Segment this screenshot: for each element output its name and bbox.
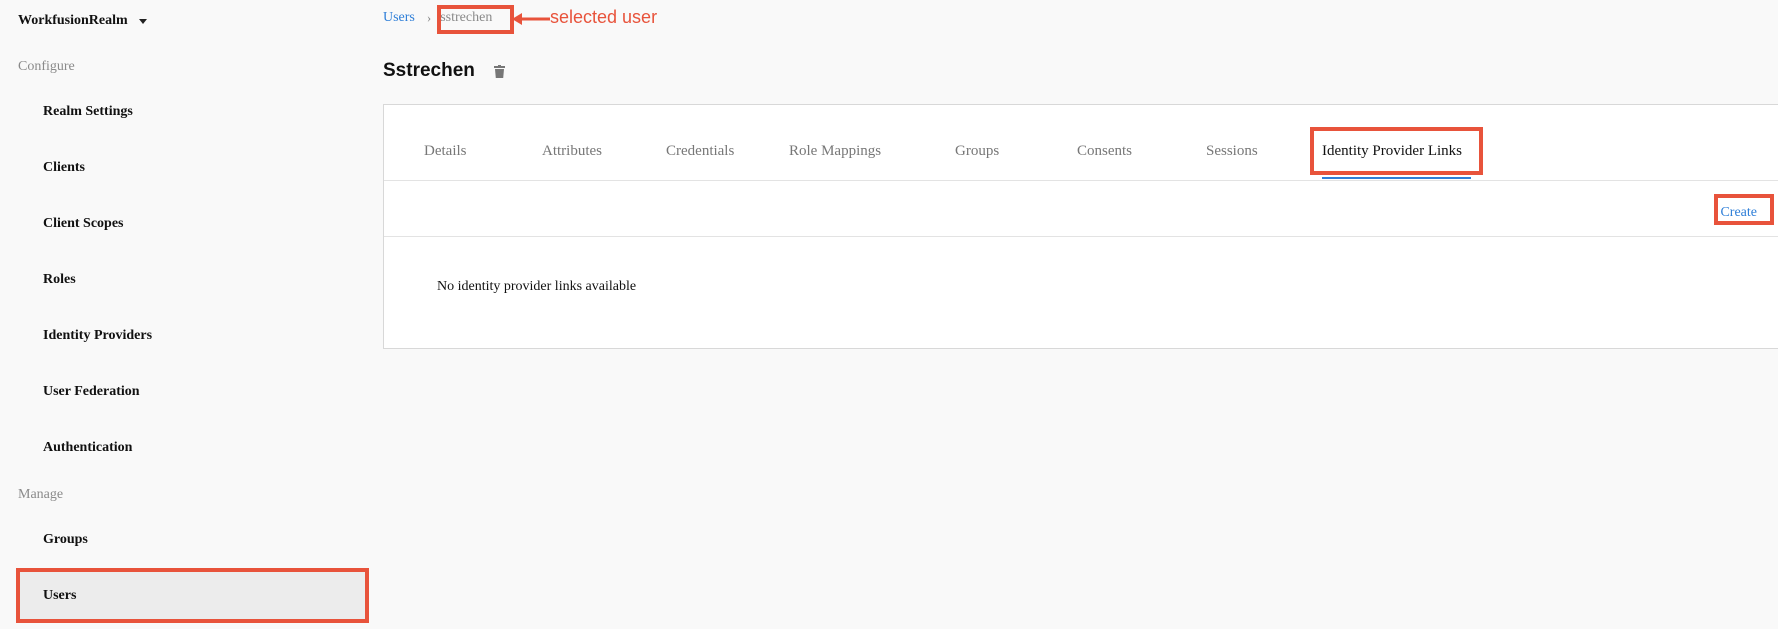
tab-role-mappings[interactable]: Role Mappings bbox=[789, 143, 881, 160]
sidebar-item-realm-settings[interactable]: Realm Settings bbox=[18, 86, 366, 138]
realm-name: WorkfusionRealm bbox=[18, 13, 128, 28]
highlight-create-button bbox=[1714, 194, 1774, 225]
sidebar-item-label: User Federation bbox=[43, 384, 140, 399]
user-detail-card: Details Attributes Credentials Role Mapp… bbox=[383, 104, 1778, 349]
tab-attributes[interactable]: Attributes bbox=[542, 143, 602, 160]
breadcrumb-users-link[interactable]: Users bbox=[383, 10, 415, 26]
active-tab-indicator bbox=[1322, 177, 1471, 179]
section-configure: Configure bbox=[18, 59, 75, 74]
highlight-selected-user bbox=[437, 5, 514, 34]
realm-selector[interactable]: WorkfusionRealm bbox=[18, 13, 147, 29]
section-manage: Manage bbox=[18, 487, 64, 502]
caret-down-icon bbox=[138, 18, 147, 24]
chevron-right-icon: › bbox=[426, 10, 432, 25]
sidebar-item-label: Realm Settings bbox=[43, 104, 133, 119]
sidebar-item-authentication[interactable]: Authentication bbox=[18, 422, 366, 474]
empty-state-message: No identity provider links available bbox=[437, 279, 637, 294]
annotation-label: selected user bbox=[550, 7, 658, 27]
trash-icon[interactable] bbox=[494, 65, 505, 78]
tab-consents[interactable]: Consents bbox=[1077, 143, 1132, 160]
sidebar-item-client-scopes[interactable]: Client Scopes bbox=[18, 198, 366, 250]
sidebar-item-label: Groups bbox=[43, 532, 88, 547]
sidebar: WorkfusionRealm Configure Realm Settings… bbox=[0, 0, 375, 629]
tab-credentials[interactable]: Credentials bbox=[666, 143, 734, 160]
sidebar-item-label: Identity Providers bbox=[43, 328, 153, 343]
highlight-users-nav bbox=[16, 568, 369, 623]
sidebar-item-groups[interactable]: Groups bbox=[18, 514, 366, 566]
page-title: Sstrechen bbox=[383, 60, 475, 81]
sidebar-item-user-federation[interactable]: User Federation bbox=[18, 366, 366, 418]
sidebar-item-clients[interactable]: Clients bbox=[18, 142, 366, 194]
highlight-identity-provider-links-tab bbox=[1310, 127, 1483, 175]
tab-sessions[interactable]: Sessions bbox=[1206, 143, 1258, 160]
sidebar-item-label: Roles bbox=[43, 272, 76, 287]
tab-bar: Details Attributes Credentials Role Mapp… bbox=[384, 105, 1778, 181]
tab-details[interactable]: Details bbox=[424, 143, 467, 160]
sidebar-item-label: Authentication bbox=[43, 440, 133, 455]
sidebar-item-roles[interactable]: Roles bbox=[18, 254, 366, 306]
toolbar: Create bbox=[384, 181, 1778, 237]
sidebar-item-label: Clients bbox=[43, 160, 85, 175]
tab-groups[interactable]: Groups bbox=[955, 143, 999, 160]
sidebar-item-identity-providers[interactable]: Identity Providers bbox=[18, 310, 366, 362]
arrow-left-icon bbox=[512, 13, 550, 25]
sidebar-item-label: Client Scopes bbox=[43, 216, 124, 231]
